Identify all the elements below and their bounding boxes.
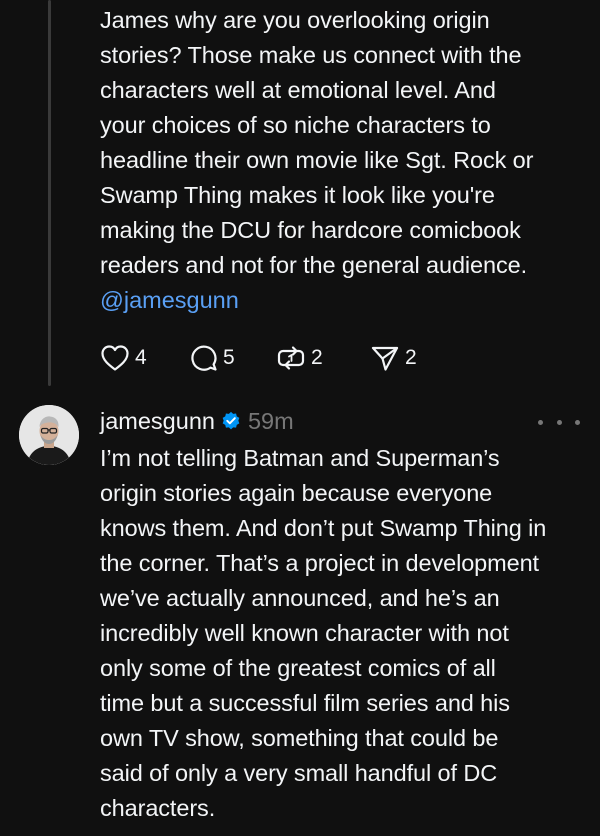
parent-post-actions: 4 5 2 2 <box>100 340 417 376</box>
more-dot <box>575 419 580 425</box>
avatar[interactable] <box>19 405 79 465</box>
comment-button[interactable]: 5 <box>188 344 276 372</box>
repost-count: 2 <box>311 346 323 369</box>
more-dot <box>538 419 543 425</box>
comment-icon <box>191 345 217 371</box>
send-icon <box>371 346 399 371</box>
repost-button[interactable]: 2 <box>276 344 370 372</box>
parent-post-text: James why are you overlooking origin sto… <box>100 7 534 278</box>
more-dot <box>556 419 562 425</box>
thread-connector-line <box>48 0 51 386</box>
username[interactable]: jamesgunn <box>100 408 215 435</box>
verified-badge-icon <box>222 411 240 430</box>
avatar-photo <box>19 405 79 465</box>
repost-icon <box>277 346 305 370</box>
timestamp: 59m <box>247 407 294 434</box>
share-count: 2 <box>405 346 417 369</box>
reply-post-text: I’m not telling Batman and Superman’s or… <box>100 445 547 821</box>
comment-count: 5 <box>223 346 235 369</box>
share-button[interactable]: 2 <box>370 344 417 372</box>
more-options-icon[interactable] <box>538 410 580 434</box>
reply-header: jamesgunn 59m <box>100 404 294 438</box>
heart-icon <box>101 345 129 371</box>
mention-link[interactable]: @jamesgunn <box>100 283 239 318</box>
like-button[interactable]: 4 <box>100 344 188 372</box>
like-count: 4 <box>135 346 147 369</box>
